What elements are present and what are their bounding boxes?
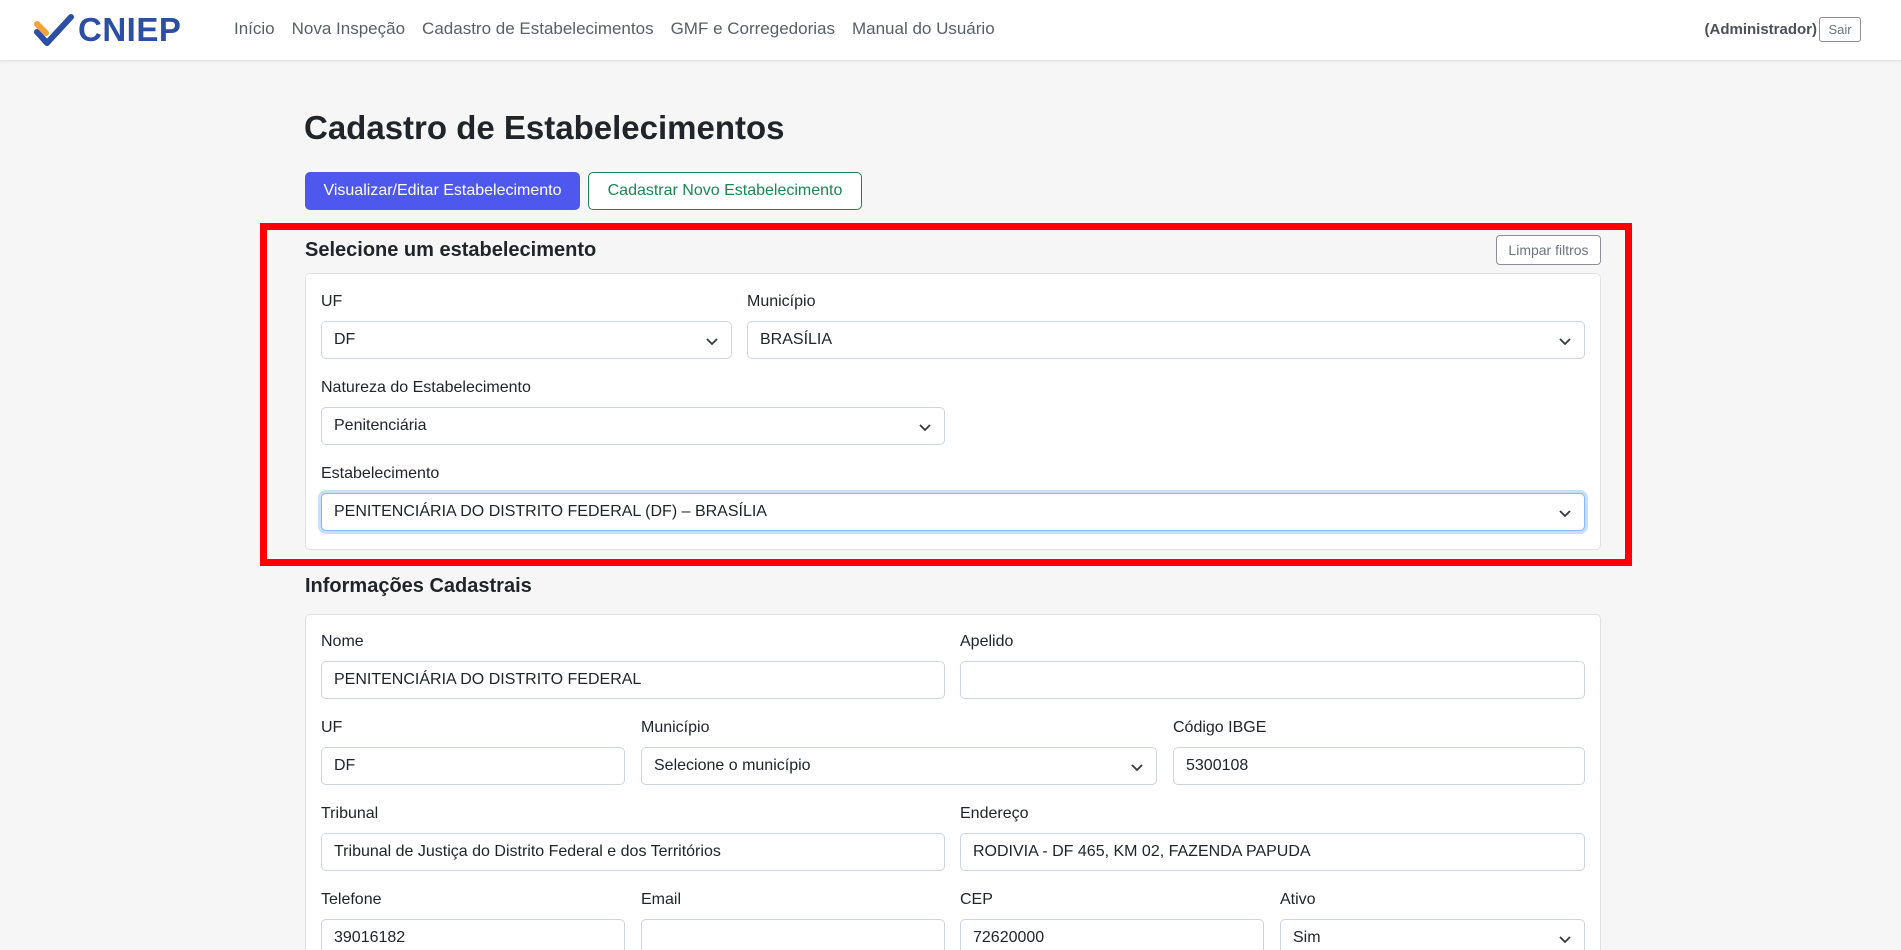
page-title: Cadastro de Estabelecimentos: [304, 109, 785, 146]
municipio-filter-label: Município: [747, 293, 816, 310]
nome-label: Nome: [321, 633, 364, 650]
nav-links: Início Nova Inspeção Cadastro de Estabel…: [234, 18, 1012, 40]
top-navbar: CNIEP Início Nova Inspeção Cadastro de E…: [0, 0, 1901, 61]
view-edit-establishment-button[interactable]: Visualizar/Editar Estabelecimento: [305, 172, 580, 210]
ibge-value: 5300108: [1186, 757, 1249, 774]
uf-filter-value: DF: [334, 331, 356, 348]
new-establishment-button[interactable]: Cadastrar Novo Estabelecimento: [588, 172, 862, 210]
ativo-value: Sim: [1293, 929, 1321, 946]
uf-filter-label: UF: [321, 293, 343, 310]
telefone-label: Telefone: [321, 891, 382, 908]
nav-link-nova-inspecao[interactable]: Nova Inspeção: [292, 18, 405, 40]
chevron-down-icon: [1559, 936, 1571, 944]
nome-field[interactable]: PENITENCIÁRIA DO DISTRITO FEDERAL: [321, 661, 945, 699]
clear-filters-button[interactable]: Limpar filtros: [1496, 235, 1601, 265]
municipio-select[interactable]: Selecione o município: [641, 747, 1157, 785]
ibge-field[interactable]: 5300108: [1173, 747, 1585, 785]
ativo-select[interactable]: Sim: [1280, 919, 1585, 950]
email-field[interactable]: [641, 919, 945, 950]
estabelecimento-filter-label: Estabelecimento: [321, 465, 440, 482]
natureza-filter-select[interactable]: Penitenciária: [321, 407, 945, 445]
nav-link-manual[interactable]: Manual do Usuário: [852, 18, 995, 40]
chevron-down-icon: [706, 338, 718, 346]
endereco-value: RODIVIA - DF 465, KM 02, FAZENDA PAPUDA: [973, 843, 1311, 860]
nav-link-inicio[interactable]: Início: [234, 18, 275, 40]
apelido-label: Apelido: [960, 633, 1014, 650]
nav-link-cadastro[interactable]: Cadastro de Estabelecimentos: [422, 18, 654, 40]
logout-button[interactable]: Sair: [1819, 17, 1861, 42]
natureza-filter-value: Penitenciária: [334, 417, 427, 434]
brand-name: CNIEP: [78, 11, 182, 48]
uf-field[interactable]: DF: [321, 747, 625, 785]
brand-logo[interactable]: CNIEP: [34, 11, 181, 49]
chevron-down-icon: [1131, 764, 1143, 772]
telefone-value: 39016182: [334, 929, 406, 946]
cniep-logo-icon: [34, 14, 74, 46]
estabelecimento-filter-value: PENITENCIÁRIA DO DISTRITO FEDERAL (DF) –…: [334, 503, 767, 520]
email-label: Email: [641, 891, 682, 908]
municipio-value: Selecione o município: [654, 757, 811, 774]
tribunal-field[interactable]: Tribunal de Justiça do Distrito Federal …: [321, 833, 945, 871]
cep-value: 72620000: [973, 929, 1045, 946]
estabelecimento-filter-select[interactable]: PENITENCIÁRIA DO DISTRITO FEDERAL (DF) –…: [321, 493, 1585, 531]
endereco-label: Endereço: [960, 805, 1029, 822]
select-section-title: Selecione um estabelecimento: [305, 239, 597, 261]
info-section-title: Informações Cadastrais: [305, 575, 532, 597]
tribunal-value: Tribunal de Justiça do Distrito Federal …: [334, 843, 721, 860]
cep-label: CEP: [960, 891, 993, 908]
nav-link-gmf[interactable]: GMF e Corregedorias: [671, 18, 835, 40]
nome-value: PENITENCIÁRIA DO DISTRITO FEDERAL: [334, 671, 642, 688]
municipio-filter-value: BRASÍLIA: [760, 331, 833, 348]
ibge-label: Código IBGE: [1173, 719, 1267, 736]
municipio-label: Município: [641, 719, 710, 736]
user-role: (Administrador): [1704, 21, 1818, 38]
telefone-field[interactable]: 39016182: [321, 919, 625, 950]
cep-field[interactable]: 72620000: [960, 919, 1264, 950]
chevron-down-icon: [1559, 338, 1571, 346]
tribunal-label: Tribunal: [321, 805, 379, 822]
municipio-filter-select[interactable]: BRASÍLIA: [747, 321, 1585, 359]
chevron-down-icon: [919, 424, 931, 432]
uf-value: DF: [334, 757, 356, 774]
uf-filter-select[interactable]: DF: [321, 321, 732, 359]
uf-label: UF: [321, 719, 343, 736]
ativo-label: Ativo: [1280, 891, 1316, 908]
apelido-field[interactable]: [960, 661, 1585, 699]
endereco-field[interactable]: RODIVIA - DF 465, KM 02, FAZENDA PAPUDA: [960, 833, 1585, 871]
chevron-down-icon: [1559, 510, 1571, 518]
natureza-filter-label: Natureza do Estabelecimento: [321, 379, 531, 396]
